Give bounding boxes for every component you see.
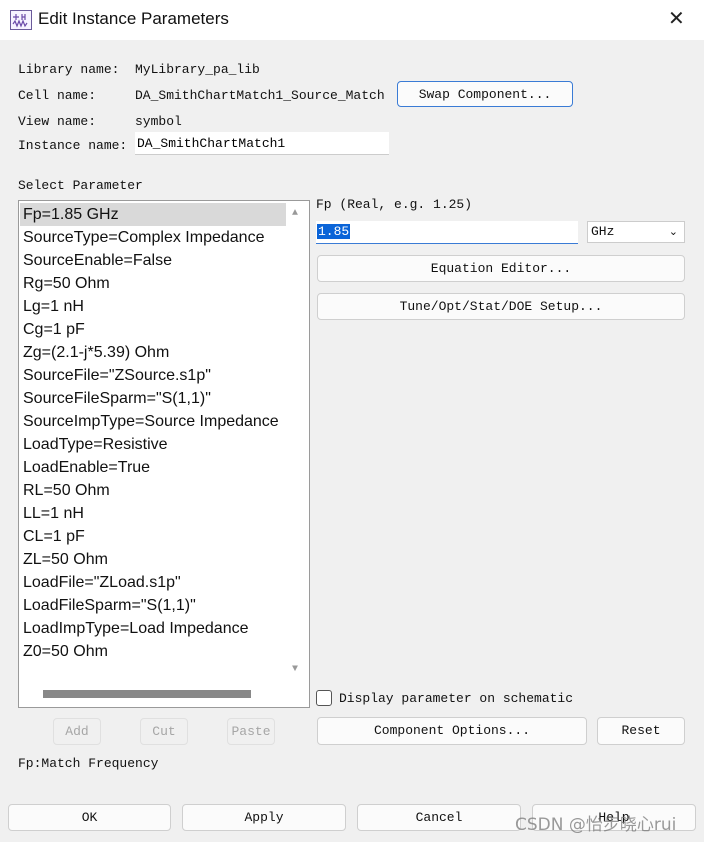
window-title: Edit Instance Parameters [38,9,229,28]
instance-name-label: Instance name: [18,138,128,153]
parameter-list-item[interactable]: Z0=50 Ohm [23,640,285,663]
scroll-down-icon[interactable]: ▼ [292,664,298,675]
parameter-list-item[interactable]: SourceFile="ZSource.s1p" [23,364,285,387]
component-options-button[interactable]: Component Options... [317,717,587,745]
parameter-hint: Fp (Real, e.g. 1.25) [316,197,473,212]
display-parameter-checkbox[interactable] [316,690,332,706]
cut-button[interactable]: Cut [140,718,188,745]
equation-editor-button[interactable]: Equation Editor... [317,255,685,282]
parameter-list-item[interactable]: SourceType=Complex Impedance [23,226,285,249]
parameter-list-item[interactable]: Cg=1 pF [23,318,285,341]
library-name-value: MyLibrary_pa_lib [135,62,260,77]
parameter-list-item[interactable]: Rg=50 Ohm [23,272,285,295]
display-parameter-label: Display parameter on schematic [339,691,574,706]
view-name-value: symbol [135,114,182,129]
parameter-list-item[interactable]: Zg=(2.1-j*5.39) Ohm [23,341,285,364]
swap-component-button[interactable]: Swap Component... [397,81,573,107]
parameter-list[interactable]: Fp=1.85 GHz SourceType=Complex Impedance S… [18,200,310,708]
apply-button[interactable]: Apply [182,804,346,831]
chevron-down-icon: ⌄ [668,225,678,238]
ok-button[interactable]: OK [8,804,171,831]
horizontal-scrollbar-thumb[interactable] [43,690,251,698]
cell-name-value: DA_SmithChartMatch1_Source_Match [135,88,385,103]
parameter-list-item[interactable]: CL=1 pF [23,525,285,548]
instance-name-input[interactable] [135,132,389,155]
reset-button[interactable]: Reset [597,717,685,745]
watermark: CSDN @怡步晓心rui [515,815,677,835]
parameter-list-item[interactable]: LoadFileSparm="S(1,1)" [23,594,285,617]
parameter-list-item[interactable]: Fp=1.85 GHz [20,203,286,226]
parameter-list-item[interactable]: LoadEnable=True [23,456,285,479]
close-icon[interactable]: ✕ [668,6,685,30]
parameter-description: Fp:Match Frequency [18,756,159,771]
schematic-app-icon [10,10,32,30]
cancel-button[interactable]: Cancel [357,804,521,831]
view-name-label: View name: [18,114,97,129]
paste-button[interactable]: Paste [227,718,275,745]
parameter-list-item[interactable]: SourceImpType=Source Impedance [23,410,285,433]
parameter-list-item[interactable]: ZL=50 Ohm [23,548,285,571]
parameter-list-item[interactable]: LoadType=Resistive [23,433,285,456]
parameter-list-item[interactable]: RL=50 Ohm [23,479,285,502]
parameter-list-item[interactable]: LoadImpType=Load Impedance [23,617,285,640]
parameter-list-item[interactable]: Lg=1 nH [23,295,285,318]
parameter-list-item[interactable]: SourceFileSparm="S(1,1)" [23,387,285,410]
tune-setup-button[interactable]: Tune/Opt/Stat/DOE Setup... [317,293,685,320]
select-parameter-label: Select Parameter [18,178,143,193]
vertical-scrollbar[interactable]: ▲ ▼ [287,202,309,675]
parameter-list-item[interactable]: LoadFile="ZLoad.s1p" [23,571,285,594]
parameter-value-input[interactable]: 1.85 [316,221,578,244]
add-button[interactable]: Add [53,718,101,745]
unit-select[interactable]: GHz ⌄ [587,221,685,243]
scroll-up-icon[interactable]: ▲ [292,208,298,219]
parameter-list-item[interactable]: SourceEnable=False [23,249,285,272]
unit-select-value: GHz [591,224,615,239]
library-name-label: Library name: [18,62,120,77]
cell-name-label: Cell name: [18,88,97,103]
parameter-list-item[interactable]: LL=1 nH [23,502,285,525]
parameter-value-text: 1.85 [317,224,351,239]
